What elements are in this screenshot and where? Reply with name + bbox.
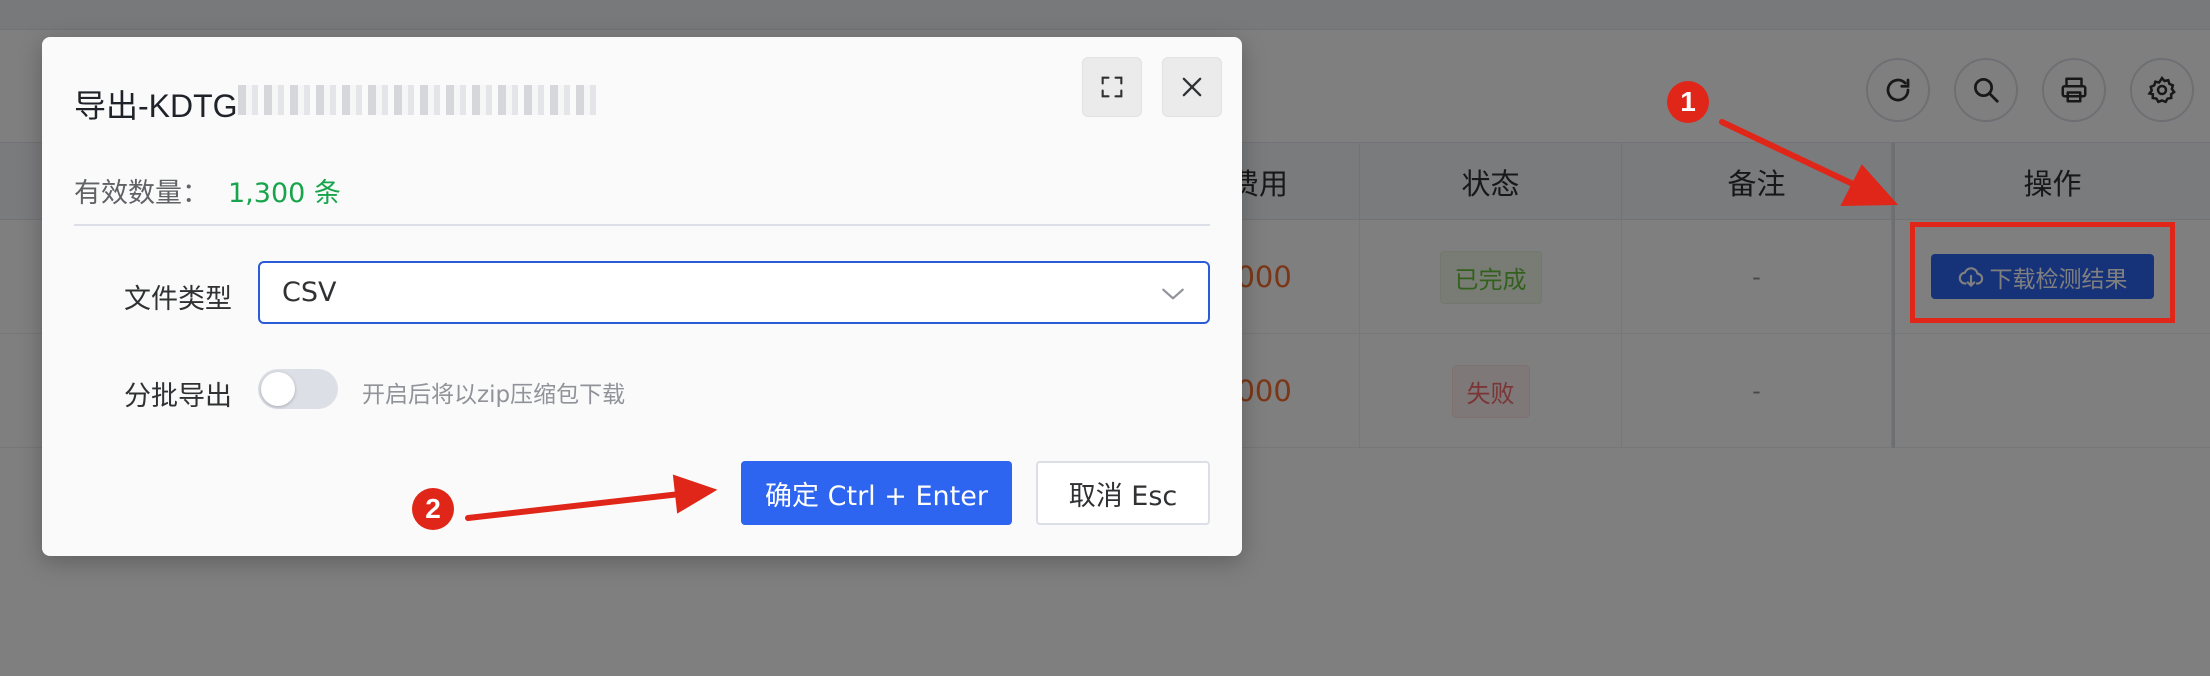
file-type-label: 文件类型: [124, 284, 232, 315]
file-type-value: CSV: [282, 277, 337, 308]
chevron-down-icon: [1162, 288, 1184, 300]
fullscreen-icon: [1101, 76, 1123, 98]
cancel-button[interactable]: 取消 Esc: [1036, 461, 1210, 525]
step-1-marker: 1: [1667, 81, 1709, 123]
close-button[interactable]: [1162, 57, 1222, 117]
fullscreen-button[interactable]: [1082, 57, 1142, 117]
highlight-box: [1910, 222, 2175, 323]
close-icon: [1182, 77, 1202, 97]
valid-count-value: 1,300 条: [228, 178, 341, 209]
valid-count-label: 有效数量：: [74, 178, 209, 209]
file-type-select[interactable]: CSV: [258, 261, 1210, 324]
batch-export-label: 分批导出: [124, 381, 232, 412]
divider: [74, 224, 1210, 226]
batch-export-toggle[interactable]: [258, 369, 338, 409]
batch-export-hint: 开启后将以zip压缩包下载: [362, 382, 626, 408]
step-2-marker: 2: [412, 488, 454, 530]
export-dialog: 导出-KDTG 有效数量： 1,300 条 文件类型 CSV 分批导出 开启后将…: [42, 37, 1242, 556]
toggle-knob: [261, 372, 295, 406]
dialog-title: 导出-KDTG: [74, 88, 238, 124]
confirm-button[interactable]: 确定 Ctrl + Enter: [741, 461, 1012, 525]
masked-title-suffix: [238, 85, 602, 115]
